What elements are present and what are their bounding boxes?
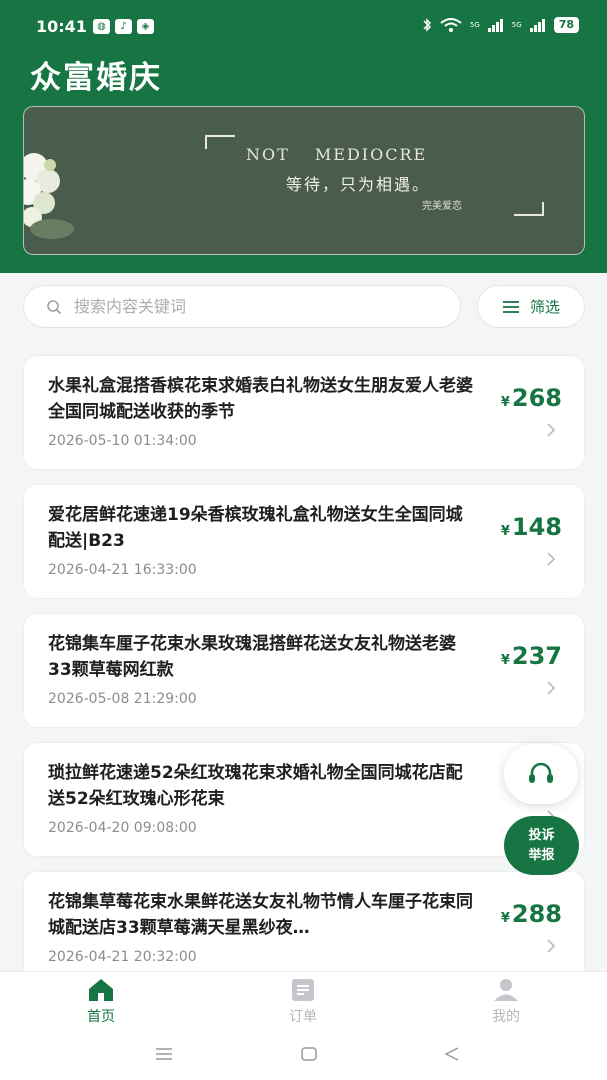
system-nav-bar [0,1033,607,1080]
app-notification-icon: ◈ [137,19,154,34]
currency-symbol: ¥ [500,395,510,410]
product-price: ¥ 288 [501,900,562,928]
network-label-1: 5G [469,21,480,29]
report-label-2: 举报 [528,848,555,863]
promo-banner[interactable]: NOT MEDIOCRE 等待，只为相遇。 完美爱恋 [23,106,585,255]
product-price: ¥ 268 [501,384,562,412]
product-title: 水果礼盒混搭香槟花束求婚表白礼物送女生朋友爱人老婆全国同城配送收获的季节 [48,376,473,422]
customer-service-button[interactable] [504,744,578,804]
tab-profile-label: 我的 [492,1009,520,1025]
user-icon [494,979,518,1001]
product-title: 花锦集草莓花束水果鲜花送女友礼物节情人车厘子花束同城配送店33颗草莓满天星黑纱夜… [48,892,473,938]
tab-home[interactable]: 首页 [41,978,161,1026]
product-card[interactable]: 琐拉鲜花速递52朵红玫瑰花束求婚礼物全国同城花店配送52朵红玫瑰心形花束 202… [23,742,585,857]
chevron-right-icon [547,939,556,953]
header: 10:41 ◍ ♪ ◈ 5G 5G 78 众富婚庆 NOT MEDIOCRE 等… [0,0,607,273]
currency-symbol: ¥ [500,653,510,668]
product-card[interactable]: 花锦集车厘子花束水果玫瑰混搭鲜花送女友礼物送老婆33颗草莓网红款 2026-05… [23,613,585,728]
banner-bracket-bottom [514,202,544,216]
tab-profile[interactable]: 我的 [446,978,566,1026]
back-icon[interactable] [443,1046,461,1062]
search-row: 筛选 [0,273,607,341]
menu-icon[interactable] [155,1046,173,1062]
product-title: 琐拉鲜花速递52朵红玫瑰花束求婚礼物全国同城花店配送52朵红玫瑰心形花束 [48,763,463,809]
search-icon [47,299,62,314]
chevron-right-icon [547,423,556,437]
chevron-right-icon [547,552,556,566]
status-app-icons: ◍ ♪ ◈ [93,19,154,34]
flower-image [24,153,74,239]
banner-headline: NOT MEDIOCRE [246,145,428,164]
filter-icon [502,300,519,313]
banner-tag: 完美爱恋 [422,201,462,212]
filter-button[interactable]: 筛选 [477,285,585,328]
search-box[interactable] [23,285,461,328]
product-date: 2026-05-10 01:34:00 [48,433,197,449]
product-date: 2026-04-21 16:33:00 [48,562,197,578]
price-value: 268 [511,384,562,412]
product-date: 2026-04-20 09:08:00 [48,820,197,836]
banner-bracket-top [205,135,235,149]
product-price: ¥ 148 [501,513,562,541]
order-icon [292,979,314,1001]
banner-subtitle: 等待，只为相遇。 [286,175,431,194]
currency-symbol: ¥ [500,524,510,539]
wifi-icon [440,18,462,32]
status-time: 10:41 [36,17,87,36]
product-price: ¥ 237 [501,642,562,670]
bluetooth-icon [423,18,431,32]
filter-label: 筛选 [529,298,560,316]
product-date: 2026-04-21 20:32:00 [48,949,197,965]
report-complaint-button[interactable]: 投诉 举报 [504,816,579,875]
home-nav-icon[interactable] [300,1046,318,1062]
tab-home-label: 首页 [87,1009,115,1025]
app-title: 众富婚庆 [30,60,162,96]
tiktok-icon: ♪ [115,19,132,34]
product-card[interactable]: 花锦集草莓花束水果鲜花送女友礼物节情人车厘子花束同城配送店33颗草莓满天星黑纱夜… [23,871,585,971]
headset-icon [529,762,553,783]
product-date: 2026-05-08 21:29:00 [48,691,197,707]
product-title: 花锦集车厘子花束水果玫瑰混搭鲜花送女友礼物送老婆33颗草莓网红款 [48,634,456,680]
search-input[interactable] [74,297,434,316]
status-bar: 10:41 ◍ ♪ ◈ 5G 5G 78 [0,0,607,54]
product-card[interactable]: 爱花居鲜花速递19朵香槟玫瑰礼盒礼物送女生全国同城配送|B23 2026-04-… [23,484,585,599]
status-indicators: 5G 5G 78 [422,17,579,33]
chevron-right-icon [547,681,556,695]
price-value: 148 [511,513,562,541]
price-value: 237 [511,642,562,670]
home-icon [89,979,113,1001]
report-label-1: 投诉 [528,828,555,843]
product-card[interactable]: 水果礼盒混搭香槟花束求婚表白礼物送女生朋友爱人老婆全国同城配送收获的季节 202… [23,355,585,470]
signal-icon-2 [529,18,545,32]
signal-icon-1 [487,18,503,32]
battery-indicator: 78 [553,17,579,33]
wechat-icon: ◍ [93,19,110,34]
product-title: 爱花居鲜花速递19朵香槟玫瑰礼盒礼物送女生全国同城配送|B23 [48,505,463,551]
tab-orders-label: 订单 [289,1009,317,1025]
network-label-2: 5G [511,21,522,29]
product-list: 水果礼盒混搭香槟花束求婚表白礼物送女生朋友爱人老婆全国同城配送收获的季节 202… [0,341,607,971]
price-value: 288 [511,900,562,928]
tab-orders[interactable]: 订单 [243,978,363,1026]
bottom-tab-bar: 首页 订单 我的 [0,971,607,1033]
currency-symbol: ¥ [500,911,510,926]
